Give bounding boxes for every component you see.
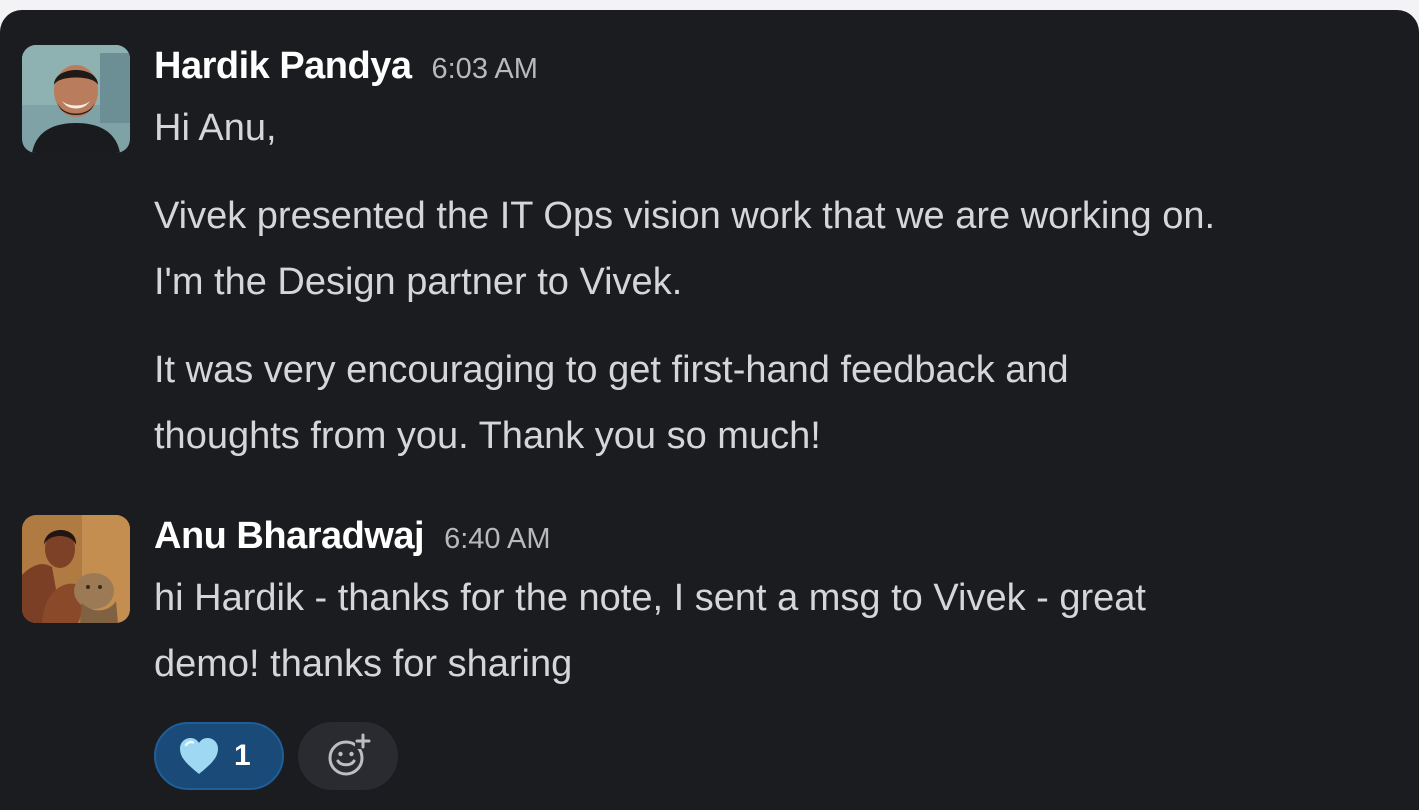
timestamp[interactable]: 6:03 AM <box>432 53 538 86</box>
message-paragraph: Vivek presented the IT Ops vision work t… <box>154 183 1414 315</box>
message-pane: Hardik Pandya 6:03 AM Hi Anu, Vivek pres… <box>0 10 1419 810</box>
reaction-heart-button[interactable]: 1 <box>154 722 284 790</box>
message-paragraph: hi Hardik - thanks for the note, I sent … <box>154 565 1414 697</box>
add-reaction-button[interactable] <box>298 722 398 790</box>
timestamp[interactable]: 6:40 AM <box>444 523 550 556</box>
message-line: It was very encouraging to get first-han… <box>154 349 1069 391</box>
author-name[interactable]: Anu Bharadwaj <box>154 515 425 558</box>
message-content: Hardik Pandya 6:03 AM Hi Anu, Vivek pres… <box>154 45 1414 469</box>
message-line: demo! thanks for sharing <box>154 643 573 685</box>
message-content: Anu Bharadwaj 6:40 AM hi Hardik - thanks… <box>154 515 1414 697</box>
message-line: hi Hardik - thanks for the note, I sent … <box>154 577 1146 619</box>
message-line: I'm the Design partner to Vivek. <box>154 261 683 303</box>
person-photo-avatar-icon <box>22 515 130 623</box>
avatar[interactable] <box>22 515 130 623</box>
message-paragraph: It was very encouraging to get first-han… <box>154 337 1414 469</box>
message-line: Vivek presented the IT Ops vision work t… <box>154 195 1216 237</box>
message-paragraph: Hi Anu, <box>154 95 1414 161</box>
message-line: Hi Anu, <box>154 107 277 149</box>
add-emoji-icon <box>328 733 371 776</box>
avatar[interactable] <box>22 45 130 153</box>
reaction-count: 1 <box>234 739 251 772</box>
reactions-bar: 1 <box>154 722 398 790</box>
message-line: thoughts from you. Thank you so much! <box>154 415 821 457</box>
light-blue-heart-icon <box>180 738 218 774</box>
author-name[interactable]: Hardik Pandya <box>154 45 412 88</box>
person-photo-avatar-icon <box>22 45 130 153</box>
